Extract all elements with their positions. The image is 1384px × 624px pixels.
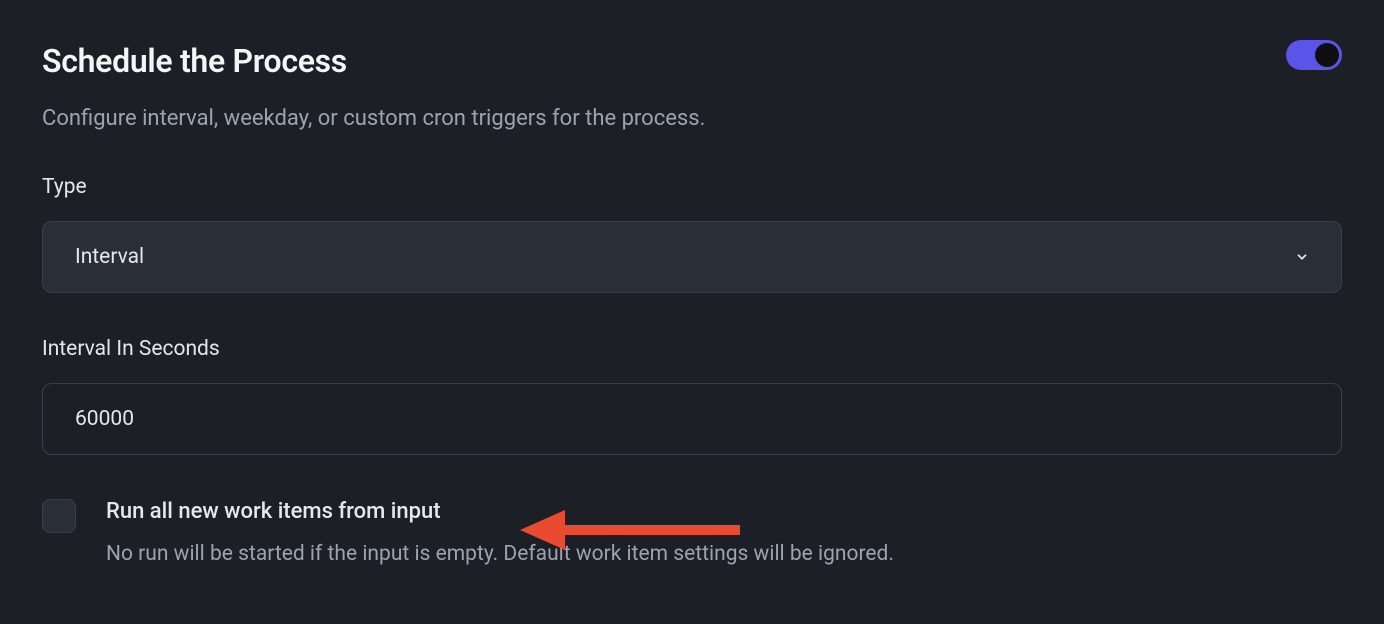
type-label: Type	[42, 175, 1342, 199]
run-all-checkbox-label: Run all new work items from input	[106, 499, 894, 524]
page-subtitle: Configure interval, weekday, or custom c…	[42, 106, 1342, 131]
schedule-enabled-toggle[interactable]	[1286, 40, 1342, 70]
page-title: Schedule the Process	[42, 42, 347, 80]
type-select-value: Interval	[75, 245, 144, 269]
type-select[interactable]: Interval	[42, 221, 1342, 293]
toggle-knob	[1315, 43, 1339, 67]
run-all-checkbox-help: No run will be started if the input is e…	[106, 542, 894, 566]
interval-label: Interval In Seconds	[42, 337, 1342, 361]
interval-input-container	[42, 383, 1342, 455]
run-all-checkbox[interactable]	[42, 499, 76, 533]
chevron-down-icon	[1295, 250, 1309, 264]
interval-input[interactable]	[75, 407, 1309, 431]
